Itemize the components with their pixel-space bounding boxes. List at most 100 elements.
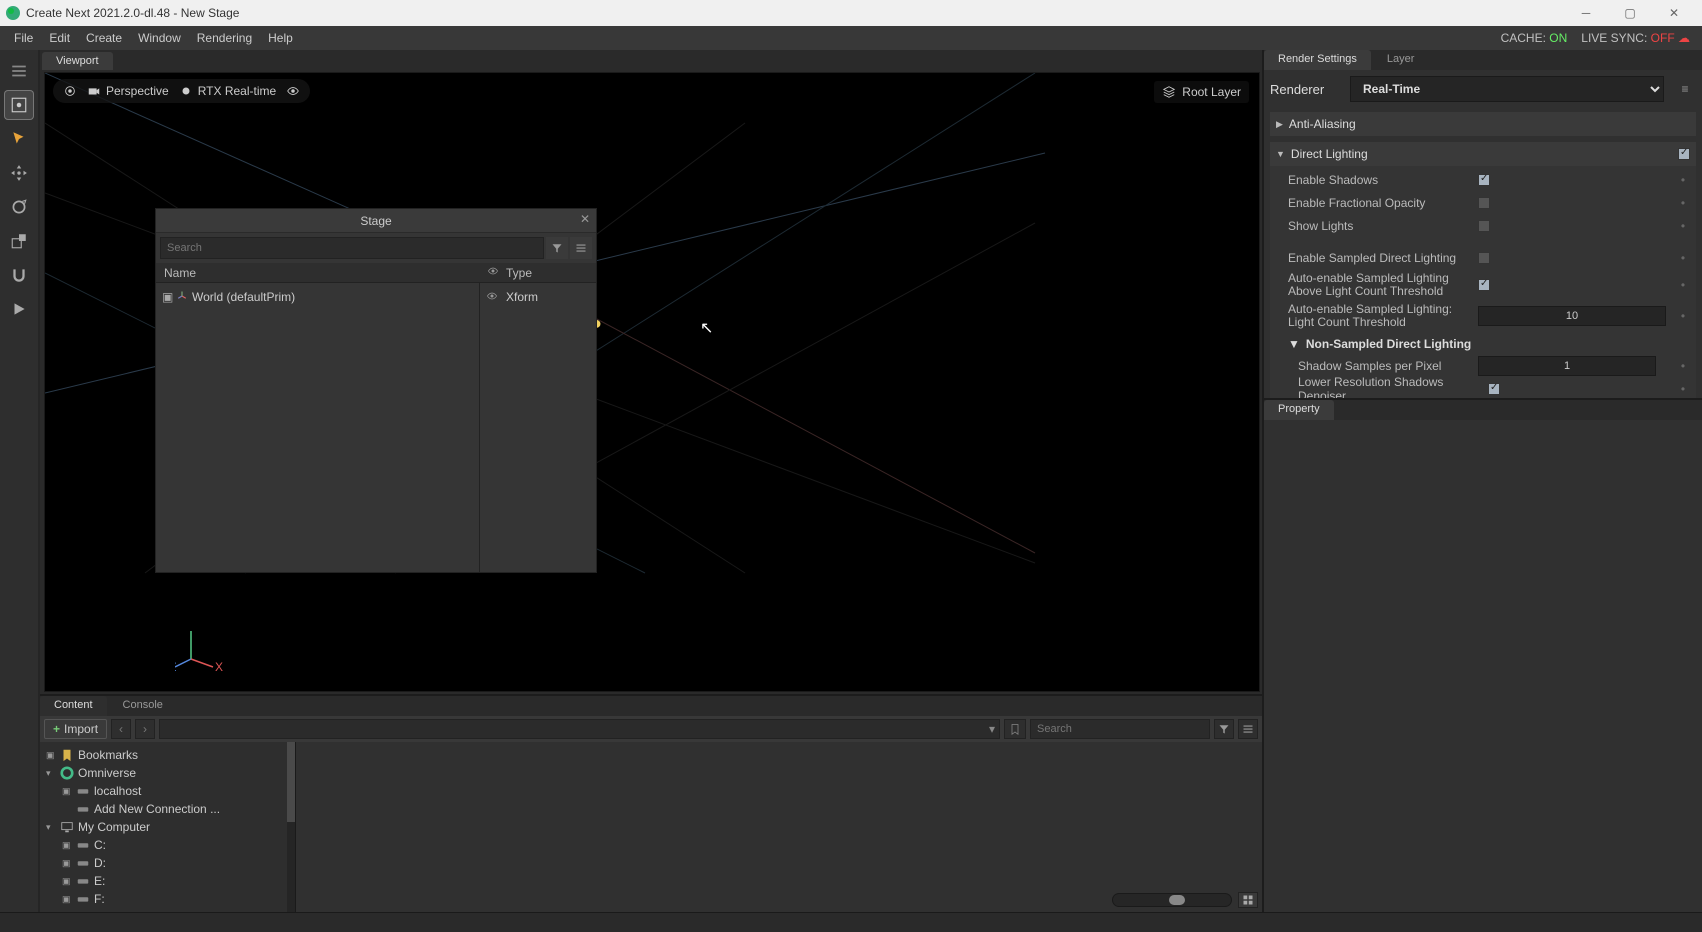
app-logo [6, 6, 20, 20]
enable-sampled-checkbox[interactable] [1478, 252, 1490, 264]
property-tab[interactable]: Property [1264, 400, 1334, 420]
tree-drive-f[interactable]: ▣F: [42, 890, 293, 908]
show-lights-checkbox[interactable] [1478, 220, 1490, 232]
renderer-options-icon[interactable]: ≡ [1674, 78, 1696, 100]
move-tool[interactable] [4, 158, 34, 188]
property-panel-body [1264, 420, 1702, 912]
stage-row-world[interactable]: ▣ World (defaultPrim) [162, 287, 473, 307]
window-title: Create Next 2021.2.0-dl.48 - New Stage [26, 6, 239, 20]
renderer-select[interactable]: Real-Time [1350, 76, 1664, 102]
thumbnail-size-slider[interactable] [1112, 893, 1232, 907]
auto-enable-sampled-checkbox[interactable] [1478, 279, 1490, 291]
axis-gizmo[interactable]: Z X [175, 621, 225, 671]
tree-drive-c[interactable]: ▣C: [42, 836, 293, 854]
tree-scrollbar[interactable] [287, 742, 295, 912]
expand-icon[interactable]: ▣ [162, 290, 172, 304]
select-prim-tool[interactable] [4, 90, 34, 120]
viewport-tab[interactable]: Viewport [42, 52, 113, 70]
tree-bookmarks[interactable]: ▣Bookmarks [42, 746, 293, 764]
camera-selector[interactable]: Perspective [87, 84, 169, 98]
antialiasing-section-header[interactable]: ▶Anti-Aliasing [1270, 112, 1696, 136]
xform-icon [176, 290, 188, 305]
tree-omniverse[interactable]: ▾Omniverse [42, 764, 293, 782]
show-lights-label: Show Lights [1288, 219, 1478, 233]
shadow-samples-label: Shadow Samples per Pixel [1298, 359, 1478, 373]
stage-node-type: Xform [506, 290, 538, 304]
non-sampled-section-header[interactable]: ▼Non-Sampled Direct Lighting [1288, 333, 1688, 353]
menu-create[interactable]: Create [78, 28, 130, 48]
menu-window[interactable]: Window [130, 28, 189, 48]
stage-col-name-header[interactable]: Name [156, 266, 480, 280]
visibility-icon[interactable] [286, 84, 300, 98]
shadow-samples-input[interactable] [1478, 356, 1656, 376]
snap-tool[interactable] [4, 260, 34, 290]
stage-col-type-header[interactable]: Type [506, 266, 596, 280]
play-tool[interactable] [4, 294, 34, 324]
stage-row-world-type: Xform [486, 287, 590, 307]
enable-frac-opacity-checkbox[interactable] [1478, 197, 1490, 209]
layer-tab[interactable]: Layer [1373, 50, 1429, 70]
viewport[interactable]: Perspective RTX Real-time Root Layer ◗ S… [44, 72, 1260, 692]
scale-tool[interactable] [4, 226, 34, 256]
livesync-status[interactable]: LIVE SYNC: OFF ☁ [1581, 31, 1690, 45]
nav-forward-button[interactable]: › [135, 719, 155, 739]
menu-edit[interactable]: Edit [41, 28, 78, 48]
rotate-tool[interactable] [4, 192, 34, 222]
stage-panel: Stage ✕ Name Type [155, 208, 597, 573]
content-tree[interactable]: ▣Bookmarks ▾Omniverse ▣localhost Add New… [40, 742, 296, 912]
stage-col-vis-icon[interactable] [480, 265, 506, 280]
enable-shadows-checkbox[interactable] [1478, 174, 1490, 186]
maximize-button[interactable]: ▢ [1608, 0, 1652, 26]
stage-close-icon[interactable]: ✕ [580, 212, 590, 226]
content-tab[interactable]: Content [40, 696, 107, 716]
stage-title-bar[interactable]: Stage ✕ [156, 209, 596, 233]
view-mode-grid-icon[interactable] [1238, 892, 1258, 908]
tree-drive-e[interactable]: ▣E: [42, 872, 293, 890]
menu-help[interactable]: Help [260, 28, 301, 48]
viewport-settings-icon[interactable] [63, 84, 77, 98]
minimize-button[interactable]: ─ [1564, 0, 1608, 26]
stage-column-headers: Name Type [156, 263, 596, 283]
content-filter-icon[interactable] [1214, 719, 1234, 739]
tree-add-connection[interactable]: Add New Connection ... [42, 800, 293, 818]
stage-vis-icon[interactable] [486, 290, 502, 305]
stage-options-icon[interactable] [570, 237, 592, 259]
tree-localhost[interactable]: ▣localhost [42, 782, 293, 800]
viewport-toolbar: Perspective RTX Real-time [53, 79, 310, 103]
threshold-input[interactable] [1478, 306, 1666, 326]
content-options-icon[interactable] [1238, 719, 1258, 739]
import-button[interactable]: +Import [44, 719, 107, 739]
direct-lighting-enable-checkbox[interactable] [1678, 148, 1690, 160]
content-view[interactable] [296, 742, 1262, 912]
tree-my-computer[interactable]: ▾My Computer [42, 818, 293, 836]
title-bar: Create Next 2021.2.0-dl.48 - New Stage ─… [0, 0, 1702, 26]
path-dropdown-icon[interactable]: ▾ [989, 722, 995, 736]
direct-lighting-section-header[interactable]: ▼Direct Lighting [1270, 142, 1696, 166]
close-button[interactable]: ✕ [1652, 0, 1696, 26]
stage-search-input[interactable] [160, 237, 544, 259]
console-tab[interactable]: Console [109, 696, 177, 716]
root-layer-button[interactable]: Root Layer [1154, 81, 1249, 103]
menu-file[interactable]: File [6, 28, 41, 48]
menu-rendering[interactable]: Rendering [189, 28, 260, 48]
nav-back-button[interactable]: ‹ [111, 719, 131, 739]
path-bar[interactable]: ▾ [159, 719, 1000, 739]
tree-drive-d[interactable]: ▣D: [42, 854, 293, 872]
content-search-input[interactable] [1030, 719, 1210, 739]
content-browser: Content Console +Import ‹ › ▾ ▣Bookmarks… [40, 694, 1262, 912]
render-mode-selector[interactable]: RTX Real-time [179, 84, 276, 98]
svg-text:Z: Z [175, 660, 176, 671]
stage-filter-icon[interactable] [546, 237, 568, 259]
select-tool[interactable] [4, 124, 34, 154]
enable-shadows-label: Enable Shadows [1288, 173, 1478, 187]
stage-node-label: World (defaultPrim) [192, 290, 295, 304]
toolbar-grip-icon[interactable] [4, 56, 34, 86]
status-bar [0, 912, 1702, 932]
auto-enable-sampled-label: Auto-enable Sampled Lighting Above Light… [1288, 272, 1478, 298]
render-settings-tab[interactable]: Render Settings [1264, 50, 1371, 70]
bookmark-button[interactable] [1004, 719, 1026, 739]
left-toolbar [0, 50, 40, 912]
lower-res-shadows-checkbox[interactable] [1488, 383, 1500, 395]
stage-title-label: Stage [360, 214, 391, 228]
enable-sampled-label: Enable Sampled Direct Lighting [1288, 251, 1478, 265]
